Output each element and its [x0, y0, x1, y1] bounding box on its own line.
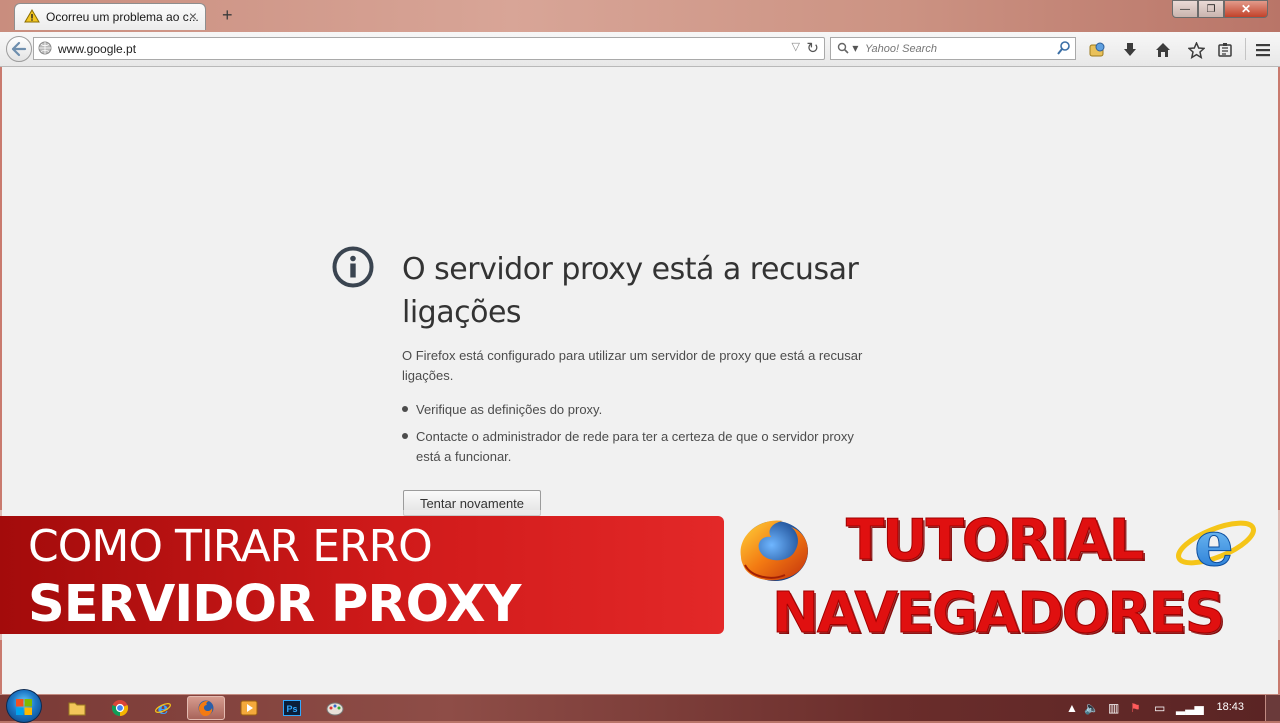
reading-list-icon[interactable] — [1215, 40, 1235, 60]
banner-line-1: COMO TIRAR ERRO — [28, 521, 433, 572]
network-signal-icon[interactable]: ▂▃▅ — [1176, 701, 1204, 715]
bullet-icon — [402, 406, 408, 412]
show-desktop-button[interactable] — [1265, 695, 1280, 721]
search-go-icon[interactable] — [1056, 39, 1072, 57]
taskbar: e Ps ▲ 🔈 ▥ ⚑ ▭ ▂▃▅ 18:43 — [0, 689, 1280, 723]
media-player-icon[interactable] — [230, 696, 268, 720]
flag-warning-icon[interactable]: ⚑ — [1130, 701, 1141, 715]
list-item: Verifique as definições do proxy. — [402, 400, 872, 420]
internet-explorer-logo: e — [1176, 513, 1256, 581]
toolbar-separator — [1245, 38, 1246, 60]
title-bar: Ocorreu um problema ao c... × + — ❐ ✕ — [0, 0, 1280, 32]
close-button[interactable]: ✕ — [1224, 0, 1268, 18]
maximize-button[interactable]: ❐ — [1198, 0, 1224, 18]
error-suggestions: Verifique as definições do proxy. Contac… — [402, 400, 872, 474]
svg-text:e: e — [1194, 513, 1233, 580]
windows-logo-icon — [16, 699, 32, 715]
list-item: Contacte o administrador de rede para te… — [402, 427, 872, 467]
back-icon — [11, 41, 27, 57]
clock[interactable]: 18:43 — [1216, 701, 1244, 713]
search-input[interactable] — [865, 41, 1045, 57]
tab-title: Ocorreu um problema ao c... — [46, 10, 199, 24]
usb-device-icon[interactable]: ▥ — [1108, 701, 1119, 715]
firefox-icon[interactable] — [187, 696, 225, 720]
show-hidden-icons-icon[interactable]: ▲ — [1066, 701, 1078, 715]
search-engine-selector[interactable]: ▾ — [837, 41, 858, 55]
windows-explorer-icon[interactable] — [58, 696, 96, 720]
photoshop-icon[interactable]: Ps — [273, 696, 311, 720]
star-icon[interactable] — [1186, 40, 1206, 60]
bookmark-manager-icon[interactable] — [1087, 40, 1107, 60]
info-icon — [332, 246, 374, 288]
tutorial-title: TUTORIAL — [845, 508, 1144, 574]
photoshop-label: Ps — [283, 700, 301, 716]
reload-icon[interactable]: ↻ — [806, 39, 819, 57]
display-icon[interactable]: ▭ — [1154, 701, 1165, 715]
svg-text:e: e — [158, 699, 169, 717]
dropdown-arrow-icon: ▾ — [852, 41, 859, 55]
volume-icon[interactable]: 🔈 — [1084, 701, 1099, 715]
firefox-logo — [740, 520, 808, 581]
magnifier-icon — [837, 42, 849, 54]
chrome-icon[interactable] — [101, 696, 139, 720]
minimize-button[interactable]: — — [1172, 0, 1198, 18]
browsers-title: NAVEGADORES — [771, 581, 1225, 647]
start-button[interactable] — [6, 689, 42, 723]
window-controls: — ❐ ✕ — [1172, 0, 1268, 18]
globe-icon — [38, 41, 52, 55]
bullet-icon — [402, 433, 408, 439]
address-bar[interactable]: www.google.pt ▽ ↻ — [33, 37, 825, 60]
navigation-toolbar: www.google.pt ▽ ↻ ▾ — [0, 32, 1280, 67]
hamburger-menu-icon[interactable] — [1253, 40, 1273, 60]
download-icon[interactable] — [1120, 40, 1140, 60]
url-text: www.google.pt — [58, 42, 137, 56]
error-title: O servidor proxy está a recusar ligações — [402, 252, 859, 330]
history-dropdown-icon[interactable]: ▽ — [792, 40, 800, 53]
internet-explorer-icon[interactable]: e — [144, 696, 182, 720]
tab-active[interactable]: Ocorreu um problema ao c... × — [14, 3, 206, 30]
suggestion-text: Contacte o administrador de rede para te… — [416, 429, 854, 464]
home-icon[interactable] — [1153, 40, 1173, 60]
error-description: O Firefox está configurado para utilizar… — [402, 348, 863, 383]
warning-icon — [24, 9, 40, 23]
tab-close-icon[interactable]: × — [189, 8, 197, 24]
banner-line-2: SERVIDOR PROXY — [28, 575, 521, 634]
back-button[interactable] — [6, 36, 32, 62]
paint-icon[interactable] — [316, 696, 354, 720]
new-tab-button[interactable]: + — [222, 5, 233, 26]
suggestion-text: Verifique as definições do proxy. — [416, 402, 603, 417]
search-bar: ▾ — [830, 37, 1076, 60]
system-tray: ▲ 🔈 ▥ ⚑ ▭ ▂▃▅ 18:43 — [1050, 695, 1280, 721]
